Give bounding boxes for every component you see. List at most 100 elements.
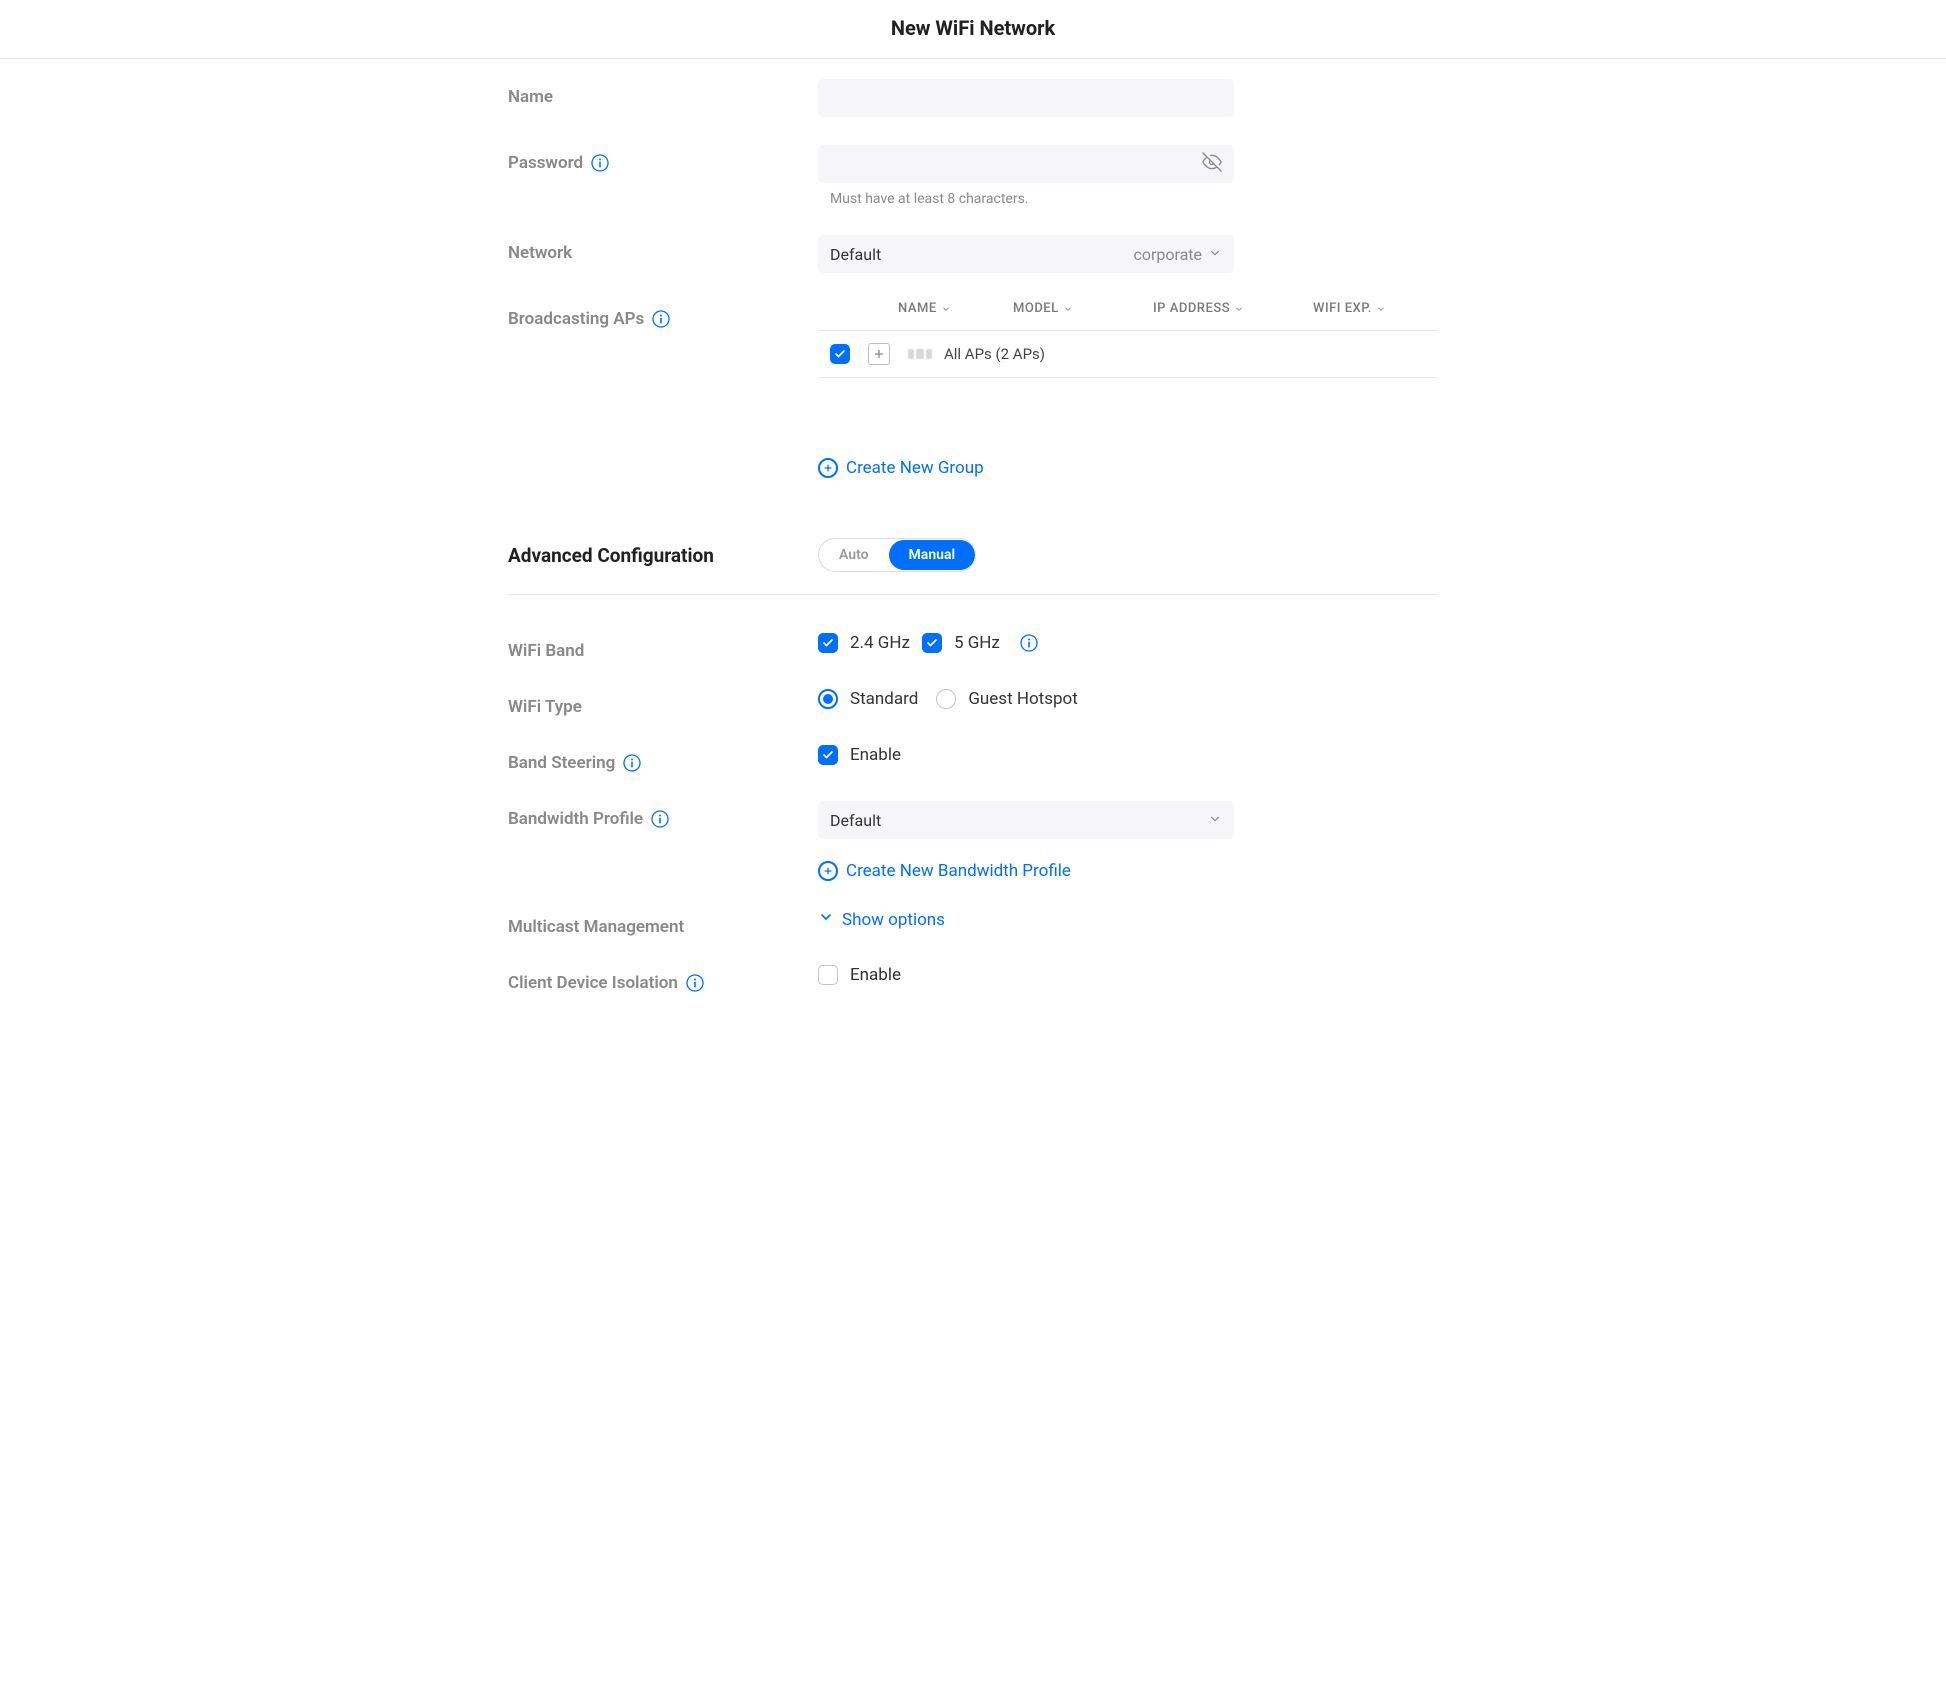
label-enable-steering: Enable: [850, 745, 901, 765]
label-24ghz: 2.4 GHz: [850, 633, 910, 653]
control-aps: NAME MODEL IP ADDRESS WIFI EXP.: [818, 301, 1438, 478]
col-model-text: MODEL: [1013, 301, 1059, 316]
aps-all-label: All APs (2 APs): [944, 345, 1045, 363]
label-wifi-type: WiFi Type: [508, 689, 818, 717]
control-name: [818, 79, 1438, 117]
chevron-down-icon: [1063, 304, 1073, 314]
label-aps-text: Broadcasting APs: [508, 309, 644, 329]
col-ip[interactable]: IP ADDRESS: [1153, 301, 1313, 316]
section-advanced: Advanced Configuration Auto Manual: [508, 538, 1438, 595]
aps-table-header: NAME MODEL IP ADDRESS WIFI EXP.: [818, 301, 1438, 331]
control-wifi-type: Standard Guest Hotspot: [818, 689, 1438, 709]
plus-circle-icon: [818, 458, 838, 478]
col-name-text: NAME: [898, 301, 937, 316]
aps-table: NAME MODEL IP ADDRESS WIFI EXP.: [818, 301, 1438, 378]
label-guest: Guest Hotspot: [968, 689, 1077, 709]
radio-guest[interactable]: [936, 689, 956, 709]
radio-standard[interactable]: [818, 689, 838, 709]
ap-thumbnail: [908, 349, 932, 359]
chevron-down-icon: [1208, 245, 1222, 264]
row-wifi-band: WiFi Band 2.4 GHz 5 GHz: [508, 633, 1438, 661]
network-tag-wrap: corporate: [1133, 245, 1222, 264]
create-bandwidth-text: Create New Bandwidth Profile: [846, 861, 1071, 881]
label-enable-isolation: Enable: [850, 965, 901, 985]
control-wifi-band: 2.4 GHz 5 GHz: [818, 633, 1438, 653]
bandwidth-select[interactable]: Default: [818, 801, 1234, 839]
chevron-down-icon: [818, 909, 834, 930]
label-bandwidth-text: Bandwidth Profile: [508, 809, 643, 829]
label-band-steering: Band Steering: [508, 745, 818, 773]
label-wifi-band: WiFi Band: [508, 633, 818, 661]
label-name: Name: [508, 79, 818, 107]
advanced-title: Advanced Configuration: [508, 544, 818, 567]
network-select[interactable]: Default corporate: [818, 235, 1234, 273]
label-5ghz: 5 GHz: [954, 633, 1000, 653]
checkbox-band-steering[interactable]: [818, 745, 838, 765]
row-name: Name: [508, 79, 1438, 117]
col-model[interactable]: MODEL: [1013, 301, 1153, 316]
network-tag: corporate: [1133, 245, 1202, 264]
network-value: Default: [830, 245, 881, 264]
info-icon[interactable]: [652, 310, 670, 328]
row-network: Network Default corporate: [508, 235, 1438, 273]
row-client-isolation: Client Device Isolation Enable: [508, 965, 1438, 993]
control-network: Default corporate: [818, 235, 1438, 273]
control-band-steering: Enable: [818, 745, 1438, 765]
checkbox-24ghz[interactable]: [818, 633, 838, 653]
row-multicast: Multicast Management Show options: [508, 909, 1438, 937]
control-client-isolation: Enable: [818, 965, 1438, 985]
checkbox-all-aps[interactable]: [830, 344, 850, 364]
col-name[interactable]: NAME: [898, 301, 1013, 316]
label-standard: Standard: [850, 689, 918, 709]
info-icon[interactable]: [686, 974, 704, 992]
col-exp[interactable]: WIFI EXP.: [1313, 301, 1423, 316]
page-title: New WiFi Network: [0, 16, 1946, 40]
info-icon[interactable]: [651, 810, 669, 828]
chevron-down-icon: [1234, 304, 1244, 314]
name-input[interactable]: [818, 79, 1234, 117]
control-multicast: Show options: [818, 909, 1438, 930]
seg-auto[interactable]: Auto: [819, 540, 889, 570]
info-icon[interactable]: [1020, 634, 1038, 652]
row-password: Password Must have at least 8 characters…: [508, 145, 1438, 207]
chevron-down-icon: [1376, 304, 1386, 314]
show-options-button[interactable]: Show options: [818, 909, 945, 930]
create-new-group-button[interactable]: Create New Group: [818, 458, 984, 478]
row-aps: Broadcasting APs NAME MODEL: [508, 301, 1438, 478]
password-input[interactable]: [818, 145, 1234, 183]
plus-circle-icon: [818, 861, 838, 881]
info-icon[interactable]: [591, 154, 609, 172]
info-icon[interactable]: [623, 754, 641, 772]
label-aps: Broadcasting APs: [508, 301, 818, 329]
label-bandwidth: Bandwidth Profile: [508, 801, 818, 829]
create-group-text: Create New Group: [846, 458, 984, 478]
chevron-down-icon: [1208, 811, 1222, 830]
chevron-down-icon: [941, 304, 951, 314]
label-network: Network: [508, 235, 818, 263]
adv-mode-segmented: Auto Manual: [818, 538, 976, 572]
control-bandwidth: Default Create New Bandwidth Profile: [818, 801, 1438, 881]
aps-all-row[interactable]: All APs (2 APs): [818, 331, 1438, 378]
checkbox-5ghz[interactable]: [922, 633, 942, 653]
bandwidth-value: Default: [830, 811, 881, 830]
col-exp-text: WIFI EXP.: [1313, 301, 1372, 316]
label-password-text: Password: [508, 153, 583, 173]
eye-off-icon[interactable]: [1202, 152, 1222, 176]
expand-button[interactable]: [868, 343, 890, 365]
control-password: Must have at least 8 characters.: [818, 145, 1438, 207]
password-helper: Must have at least 8 characters.: [818, 191, 1438, 207]
create-new-bandwidth-button[interactable]: Create New Bandwidth Profile: [818, 861, 1071, 881]
label-multicast: Multicast Management: [508, 909, 818, 937]
show-options-text: Show options: [842, 910, 945, 930]
label-password: Password: [508, 145, 818, 173]
form-container: Name Password Must have at least 8 chara…: [508, 59, 1438, 1061]
col-ip-text: IP ADDRESS: [1153, 301, 1230, 316]
seg-manual[interactable]: Manual: [889, 540, 976, 570]
row-wifi-type: WiFi Type Standard Guest Hotspot: [508, 689, 1438, 717]
row-bandwidth: Bandwidth Profile Default Create New Ban…: [508, 801, 1438, 881]
row-band-steering: Band Steering Enable: [508, 745, 1438, 773]
label-band-steering-text: Band Steering: [508, 753, 615, 773]
checkbox-client-isolation[interactable]: [818, 965, 838, 985]
label-client-isolation-text: Client Device Isolation: [508, 973, 678, 993]
page-header: New WiFi Network: [0, 0, 1946, 59]
